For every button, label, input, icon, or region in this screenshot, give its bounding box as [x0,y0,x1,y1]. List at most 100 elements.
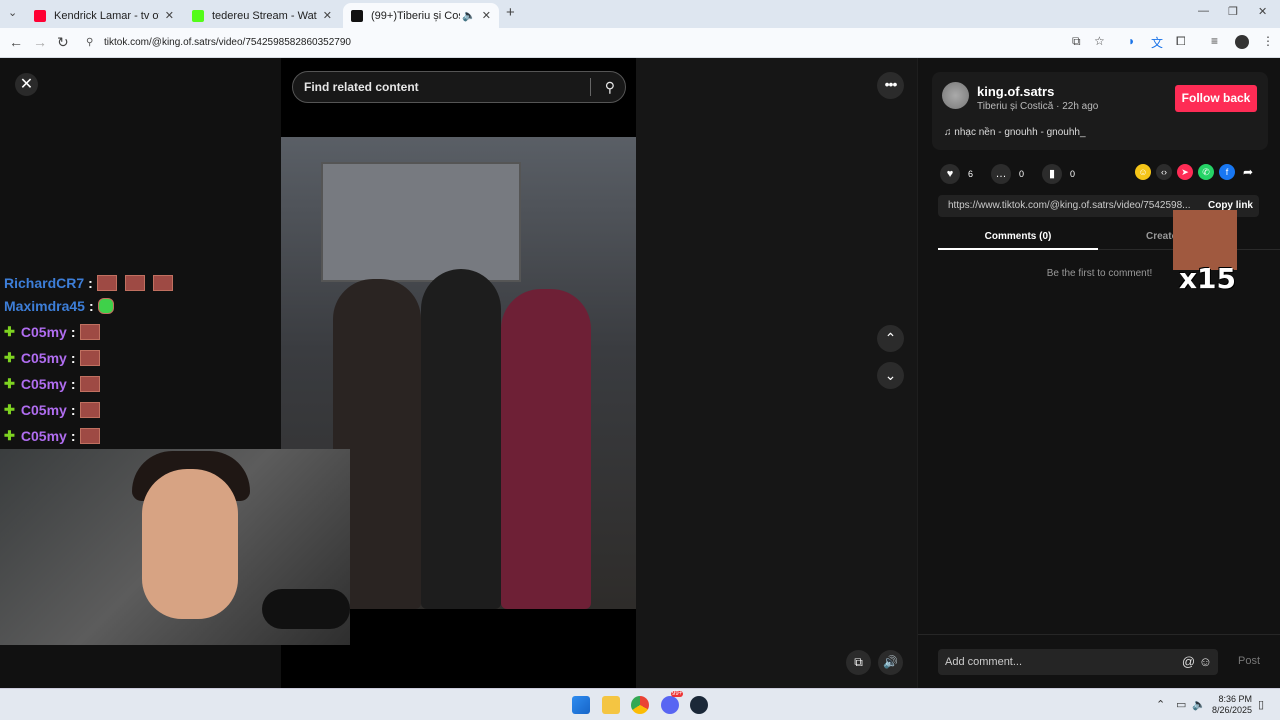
send-icon[interactable]: ➤ [1177,164,1193,180]
tab-close-icon[interactable]: ✕ [482,9,491,22]
extension-icon[interactable]: ◗ [1128,34,1135,48]
find-related-search[interactable]: Find related content ⚲ [292,71,626,103]
like-stat[interactable]: ♥ 6 [940,164,973,184]
tiktok-video-viewer: Find related content ⚲ ✕ ••• ⌃ ⌄ ⧉ 🔊 Ric… [0,58,1280,688]
mention-emoji-icons[interactable]: @ ☺ [1182,649,1212,675]
tab-tiktok[interactable]: (99+)Tiberiu și Costică (@ki 🔈 ✕ [343,3,499,28]
url-bar[interactable]: ⚲ tiktok.com/@king.of.satrs/video/754259… [80,32,1130,54]
file-explorer-icon[interactable] [602,696,620,714]
close-window-button[interactable]: ✕ [1258,5,1267,18]
system-clock[interactable]: 8:36 PM 8/26/2025 [1212,694,1252,716]
chat-username: C05my [20,350,67,366]
picture-in-picture-button[interactable]: ⧉ [846,650,871,675]
embed-icon[interactable]: ‹› [1156,164,1172,180]
back-icon[interactable]: ← [9,34,23,50]
more-options-button[interactable]: ••• [877,72,904,99]
next-video-button[interactable]: ⌄ [877,362,904,389]
translate-icon[interactable]: 文 [1151,34,1163,51]
chat-separator: : [70,376,76,392]
comment-composer: Add comment... @ ☺ Post [918,634,1280,688]
subscriber-badge-icon: ✚ [4,350,15,365]
install-icon[interactable]: ⧉ [1072,34,1081,49]
subscriber-badge-icon: ✚ [4,324,15,339]
chat-separator: : [70,402,76,418]
tab-title: (99+)Tiberiu și Costică (@ki [371,9,460,22]
whatsapp-icon[interactable]: ✆ [1198,164,1214,180]
heart-icon[interactable]: ♥ [940,164,960,184]
search-icon[interactable]: ⚲ [605,72,615,102]
facebook-icon[interactable]: f [1219,164,1235,180]
share-link-text: https://www.tiktok.com/@king.of.satrs/vi… [948,200,1191,211]
chat-username: C05my [20,376,67,392]
subscriber-badge-icon: ✚ [4,402,15,417]
kick-icon [192,9,204,22]
tab-kick-stream[interactable]: tedereu Stream - Watch Live on ✕ [184,3,340,28]
webcam-face [142,469,238,619]
video-house [321,162,521,282]
webcam-microphone [262,589,350,629]
chat-line: ✚ C05my : [4,425,108,447]
new-tab-button[interactable]: + [506,4,515,21]
tab-comments[interactable]: Comments (0) [938,226,1098,250]
restore-button[interactable]: ❐ [1228,5,1238,18]
chat-line: RichardCR7 : [4,272,181,294]
tab-close-icon[interactable]: ✕ [165,9,174,22]
profile-avatar[interactable] [1235,35,1249,49]
save-stat[interactable]: ▮ 0 [1042,164,1075,184]
volume-button[interactable]: 🔊 [878,650,903,675]
url-text: tiktok.com/@king.of.satrs/video/75425985… [104,37,351,48]
media-control-icon[interactable]: ≡ [1211,34,1218,48]
post-button[interactable]: Post [1238,655,1260,667]
chat-username: RichardCR7 [4,275,85,291]
reload-icon[interactable]: ↻ [57,34,69,51]
previous-video-button[interactable]: ⌃ [877,325,904,352]
chat-separator: : [70,428,76,444]
chat-line: ✚ C05my : [4,347,108,369]
minimize-button[interactable]: — [1198,5,1209,17]
start-icon[interactable] [572,696,590,714]
chat-separator: : [70,350,76,366]
chat-emote [152,275,173,291]
comment-icon[interactable]: … [991,164,1012,184]
tab-close-icon[interactable]: ✕ [323,9,332,22]
notifications-icon[interactable]: ▯ [1258,698,1264,711]
steam-icon[interactable] [690,696,708,714]
author-username[interactable]: king.of.satrs [977,84,1054,99]
chrome-icon[interactable] [631,696,649,714]
chat-line: Maximdra45 : [4,295,122,317]
repost-icon[interactable]: ☺ [1135,164,1151,180]
extensions-puzzle-icon[interactable]: ⧠ [1176,34,1186,49]
chevron-down-icon: ⌄ [884,367,897,383]
clock-date: 8/26/2025 [1211,705,1252,715]
close-video-button[interactable]: ✕ [15,73,38,96]
tab-kendrick[interactable]: Kendrick Lamar - tv off (Official ✕ [26,3,182,28]
bookmark-icon[interactable]: ▮ [1042,164,1063,184]
discord-icon[interactable]: 99+ [661,691,684,714]
site-info-icon[interactable]: ⚲ [86,32,93,54]
follow-back-button[interactable]: Follow back [1175,85,1257,112]
add-comment-input[interactable]: Add comment... @ ☺ [938,649,1218,675]
video-person-3 [501,289,591,609]
network-icon[interactable]: ▭ [1176,698,1186,711]
chat-separator: : [88,298,94,314]
like-count: 6 [968,169,974,179]
audio-icon[interactable]: 🔈 [462,9,476,22]
tiktok-icon [351,9,363,22]
bookmark-star-icon[interactable]: ☆ [1094,34,1105,48]
music-link[interactable]: ♫ nhạc nền - gnouhh - gnouhh_ [944,127,1086,138]
comment-placeholder: Add comment... [945,656,1023,668]
youtube-icon [34,9,46,22]
menu-icon[interactable]: ⋮ [1262,34,1274,48]
subscriber-badge-icon: ✚ [4,428,15,443]
tray-chevron-icon[interactable]: ⌃ [1156,698,1165,711]
chat-line: ✚ C05my : [4,321,108,343]
tab-search-icon[interactable]: ⌄ [8,6,17,19]
author-avatar[interactable] [942,82,969,109]
search-divider [590,78,591,96]
volume-tray-icon[interactable]: 🔈 [1192,698,1206,711]
forward-icon[interactable]: → [33,34,47,50]
share-arrow-icon[interactable]: ➦ [1240,164,1256,180]
comment-stat[interactable]: … 0 [991,164,1024,184]
chat-emote [97,298,114,314]
clock-time: 8:36 PM [1218,694,1252,704]
